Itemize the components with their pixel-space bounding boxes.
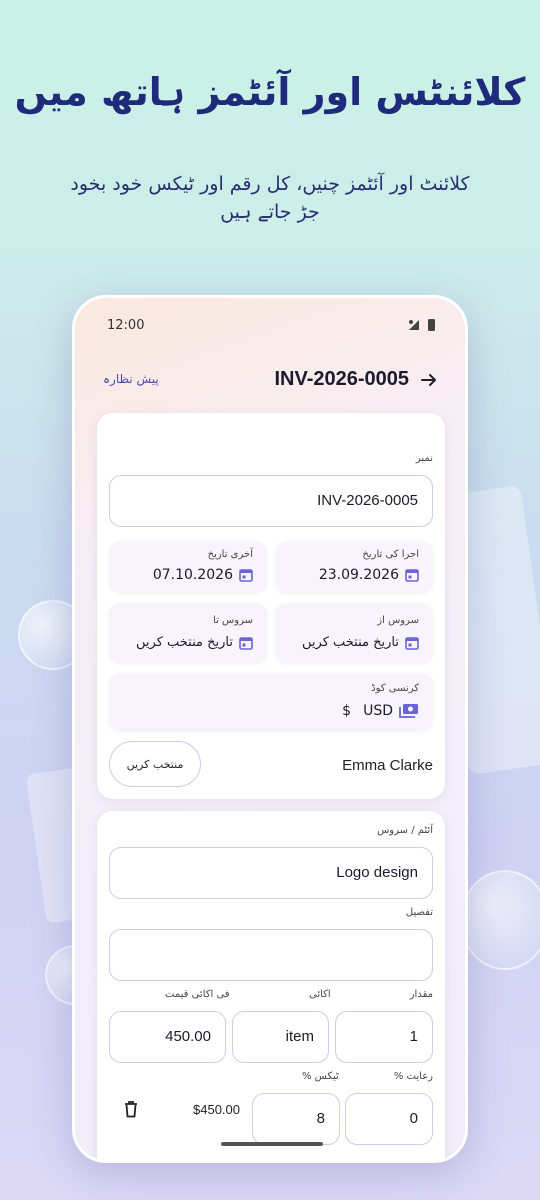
line-total: $450.00 xyxy=(193,1102,240,1117)
number-value: INV-2026-0005 xyxy=(317,492,418,509)
unit-label: اکائی xyxy=(309,989,331,1000)
description-field[interactable] xyxy=(109,929,433,981)
service-from-row: تاریخ منتخب کریں xyxy=(302,635,419,650)
calendar-icon xyxy=(405,569,419,582)
due-date-value: 07.10.2026 xyxy=(152,567,233,583)
item-name-field[interactable]: Logo design xyxy=(109,847,433,899)
issue-date-row: 23.09.2026 xyxy=(319,567,419,583)
unit-price-label: فی اکائی قیمت xyxy=(165,989,230,1000)
unit-price-value: 450.00 xyxy=(165,1028,211,1045)
background-lens-decoration xyxy=(460,870,540,970)
issue-date-label: اجرا کی تاریخ xyxy=(362,549,419,560)
issue-date-value: 23.09.2026 xyxy=(318,567,399,583)
issue-date-tile[interactable]: اجرا کی تاریخ 23.09.2026 xyxy=(275,541,433,593)
currency-code: USD xyxy=(363,703,393,719)
promo-headline: کلائنٹس اور آئٹمز ہاتھ میں xyxy=(14,70,526,114)
service-from-label: سروس از xyxy=(377,615,419,626)
service-to-row: تاریخ منتخب کریں xyxy=(136,635,253,650)
signal-icon xyxy=(409,320,419,330)
promo-subheadline: کلائنٹ اور آئٹمز چنیں، کل رقم اور ٹیکس خ… xyxy=(70,173,470,223)
currency-symbol: $ xyxy=(342,703,352,719)
arrow-forward-icon[interactable] xyxy=(419,370,439,390)
description-label: تفصیل xyxy=(405,907,433,918)
tax-value: 8 xyxy=(316,1110,325,1127)
due-date-row: 07.10.2026 xyxy=(153,567,253,583)
currency-tile[interactable]: کرنسی کوڈ USD $ xyxy=(109,673,433,731)
tax-label: ٹیکس % xyxy=(302,1071,339,1082)
calendar-icon xyxy=(239,636,253,650)
calendar-icon xyxy=(405,636,419,650)
unit-price-field[interactable]: 450.00 xyxy=(109,1011,226,1063)
unit-value: item xyxy=(285,1028,314,1045)
client-name: Emma Clarke xyxy=(342,757,433,774)
discount-value: 0 xyxy=(409,1110,418,1127)
due-date-tile[interactable]: آخری تاریخ 07.10.2026 xyxy=(109,541,267,593)
calendar-icon xyxy=(239,569,253,582)
currency-row: USD $ xyxy=(342,703,419,719)
service-from-tile[interactable]: سروس از تاریخ منتخب کریں xyxy=(275,603,433,663)
quantity-field[interactable]: 1 xyxy=(335,1011,433,1063)
number-field[interactable]: INV-2026-0005 xyxy=(109,475,433,527)
service-to-value: تاریخ منتخب کریں xyxy=(136,635,233,650)
due-date-label: آخری تاریخ xyxy=(207,549,253,560)
number-label: نمبر xyxy=(415,453,433,464)
service-to-tile[interactable]: سروس تا تاریخ منتخب کریں xyxy=(109,603,267,663)
app-screen: 12:00 INV-2026-0005 پیش نظارہ نمبر INV-2… xyxy=(75,298,465,1160)
service-from-value: تاریخ منتخب کریں xyxy=(302,635,399,650)
item-name-label: آئٹم / سروس xyxy=(377,825,433,836)
phone-frame: 12:00 INV-2026-0005 پیش نظارہ نمبر INV-2… xyxy=(72,295,468,1163)
tax-field[interactable]: 8 xyxy=(252,1093,340,1145)
service-to-label: سروس تا xyxy=(213,615,253,626)
discount-field[interactable]: 0 xyxy=(345,1093,433,1145)
quantity-value: 1 xyxy=(409,1028,418,1045)
preview-button[interactable]: پیش نظارہ xyxy=(103,372,159,386)
home-indicator[interactable] xyxy=(221,1142,323,1146)
invoice-title: INV-2026-0005 xyxy=(274,368,409,390)
money-icon xyxy=(399,704,418,718)
status-time: 12:00 xyxy=(107,318,145,333)
trash-icon[interactable] xyxy=(123,1100,139,1118)
battery-icon xyxy=(428,319,435,331)
invoice-details-card: نمبر INV-2026-0005 اجرا کی تاریخ 23.09.2… xyxy=(97,413,445,799)
select-client-button[interactable]: منتخب کریں xyxy=(109,741,201,787)
line-item-card: آئٹم / سروس Logo design تفصیل مقدار اکائ… xyxy=(97,811,445,1160)
currency-label: کرنسی کوڈ xyxy=(371,683,419,694)
status-icons xyxy=(408,319,435,331)
unit-field[interactable]: item xyxy=(232,1011,329,1063)
discount-label: رعایت % xyxy=(393,1071,433,1082)
item-name-value: Logo design xyxy=(336,864,418,881)
quantity-label: مقدار xyxy=(409,989,433,1000)
